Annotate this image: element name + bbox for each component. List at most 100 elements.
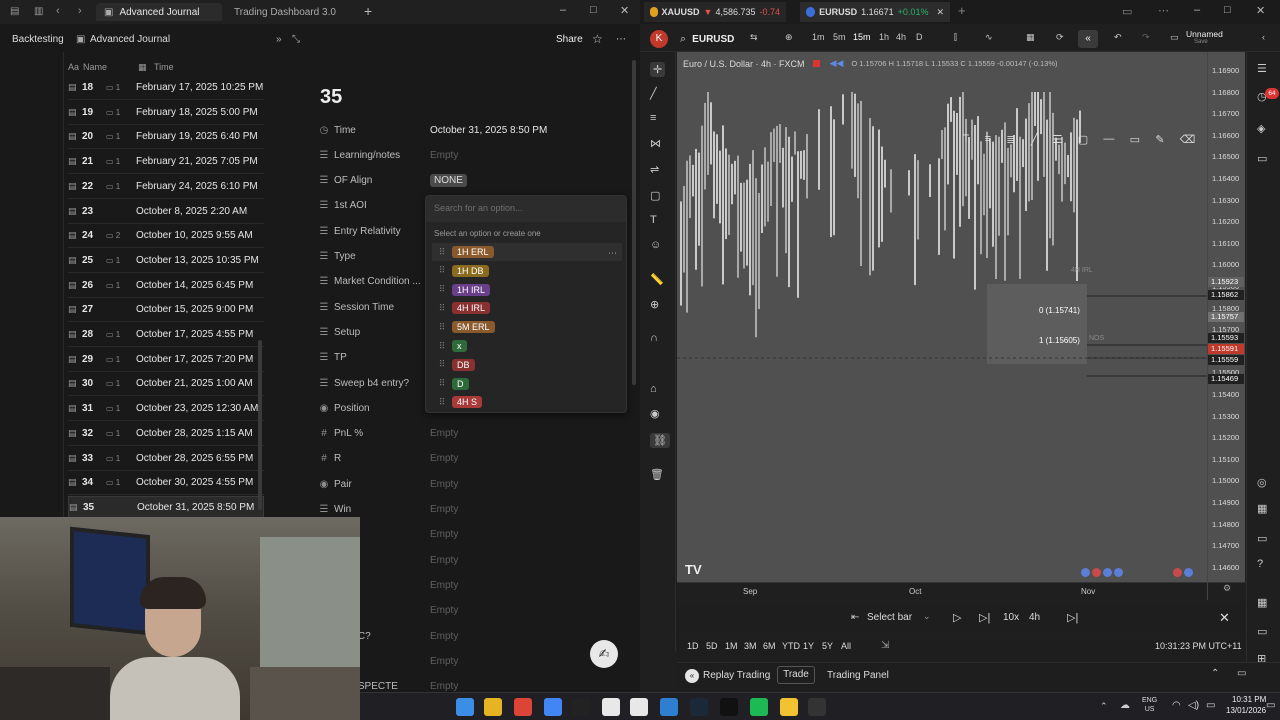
crosshair-icon[interactable]: ✛ [650, 62, 666, 77]
photos-icon[interactable] [660, 698, 678, 716]
price-chart[interactable]: Euro / U.S. Dollar · 4h · FXCM ◀◀ O 1.15… [677, 52, 1207, 600]
table-row[interactable]: ▤ 25 ▭ 1 October 13, 2025 10:35 PM [68, 249, 264, 273]
breadcrumb-backtesting[interactable]: Backtesting [12, 34, 64, 45]
property-name[interactable]: R [334, 453, 341, 464]
select-bar-icon[interactable]: ⇤ [851, 612, 859, 623]
breadcrumb-advanced-journal[interactable]: Advanced Journal [90, 34, 170, 45]
table-row[interactable]: ▤ 27 October 15, 2025 9:00 PM [68, 298, 264, 323]
property-value[interactable]: Empty [430, 555, 458, 566]
trash-icon[interactable]: 🗑 [650, 468, 664, 481]
row-time[interactable]: October 21, 2025 1:00 AM [136, 378, 253, 389]
option-more-icon[interactable]: ⋯ [608, 248, 617, 259]
timeframe-D[interactable]: D [916, 32, 923, 42]
maximize-icon[interactable]: □ [1224, 4, 1231, 16]
property-value[interactable]: October 31, 2025 8:50 PM [430, 125, 547, 136]
price-scale[interactable]: 1.16900 1.16800 1.16700 1.16600 1.16500 1.164… [1207, 52, 1246, 600]
page-title[interactable]: 35 [320, 86, 342, 109]
property-row[interactable]: ☰ntEmpty [316, 549, 636, 571]
row-time[interactable]: February 19, 2025 6:40 PM [136, 131, 258, 142]
close-replay-icon[interactable]: ✕ [1219, 610, 1230, 626]
timeframe-1h[interactable]: 1h [879, 32, 889, 42]
table-row[interactable]: ▤ 20 ▭ 1 February 19, 2025 6:40 PM [68, 125, 264, 150]
row-number[interactable]: 27 [82, 304, 110, 315]
property-name[interactable]: TP [334, 352, 347, 363]
target-icon[interactable]: ◎ [1257, 476, 1267, 489]
wifi-icon[interactable]: ◠ [1172, 700, 1181, 711]
dropdown-option[interactable]: ⠿ 4H IRL [432, 299, 622, 317]
templates-icon[interactable]: ▦ [1026, 32, 1035, 43]
compare-icon[interactable]: ⇆ [750, 32, 758, 43]
property-value[interactable]: Empty [430, 529, 458, 540]
range-5y[interactable]: 5Y [822, 641, 833, 651]
table-row[interactable]: ▤ 18 ▭ 1 February 17, 2025 10:25 PM [68, 76, 264, 100]
tab-eurusd[interactable]: EURUSD 1.16671 +0.01% ✕ [800, 2, 950, 22]
open-full-icon[interactable]: ⤡ [292, 34, 300, 45]
row-time[interactable]: February 24, 2025 6:10 PM [136, 181, 258, 192]
table-row[interactable]: ▤ 33 ▭ 1 October 28, 2025 6:55 PM [68, 447, 264, 471]
trendline-icon[interactable]: ╱ [650, 87, 657, 100]
property-row[interactable]: ☰Empty [316, 524, 636, 546]
dropdown-option[interactable]: ⠿ 1H ERL [432, 243, 622, 261]
property-value[interactable]: Empty [430, 504, 458, 515]
property-name[interactable]: Time [334, 125, 356, 136]
row-time[interactable]: October 13, 2025 10:35 PM [136, 255, 259, 266]
row-time[interactable]: February 21, 2025 7:05 PM [136, 156, 258, 167]
drag-handle-icon[interactable]: ⠿ [432, 341, 452, 352]
dropdown-option[interactable]: ⠿ 4H S [432, 393, 622, 411]
magnet-icon[interactable]: ∩ [650, 332, 658, 344]
collapse-panel-icon[interactable]: ⌃ [1211, 668, 1219, 679]
time-axis[interactable]: Sep Oct Nov [677, 582, 1207, 600]
property-row[interactable]: ☰ Learning/notes Empty [316, 144, 636, 166]
property-row[interactable]: # PnL % Empty [316, 423, 636, 445]
drag-handle-icon[interactable]: ⠿ [432, 303, 452, 314]
minimize-icon[interactable]: – [560, 4, 566, 16]
fib-zone[interactable] [987, 284, 1087, 364]
notion-ai-icon[interactable]: ✍ [590, 640, 618, 668]
property-name[interactable]: Learning/notes [334, 150, 400, 161]
property-name[interactable]: Type [334, 251, 356, 262]
property-row[interactable]: ☰Empty [316, 600, 636, 622]
fib-icon[interactable]: ≡ [650, 112, 656, 124]
list-scrollbar[interactable] [258, 340, 262, 510]
chrome-icon[interactable] [514, 698, 532, 716]
chrome-profile-icon[interactable] [544, 698, 562, 716]
table-row[interactable]: ▤ 29 ▭ 1 October 17, 2025 7:20 PM [68, 348, 264, 372]
property-row[interactable]: ☰w PDC?Empty [316, 625, 636, 647]
maximize-icon[interactable]: □ [590, 4, 597, 16]
more-icon[interactable]: ⋯ [1158, 4, 1169, 17]
text-tool-icon[interactable]: T [963, 133, 970, 145]
input-language[interactable]: ENG US [1142, 696, 1157, 714]
watchlist-icon[interactable]: ☰ [1257, 62, 1267, 75]
eye-icon[interactable]: ◉ [650, 407, 660, 420]
property-name[interactable]: PnL % [334, 428, 363, 439]
property-name[interactable]: Sweep b4 entry? [334, 378, 409, 389]
battery-icon[interactable]: ▭ [1206, 700, 1215, 711]
close-icon[interactable]: ✕ [620, 4, 629, 17]
property-name[interactable]: Setup [334, 327, 360, 338]
row-time[interactable]: February 17, 2025 10:25 PM [136, 82, 263, 93]
volume-icon[interactable]: ◁) [1188, 700, 1199, 711]
replay-icon[interactable]: « [1078, 30, 1098, 48]
property-name[interactable]: Pair [334, 479, 352, 490]
row-number[interactable]: 23 [82, 206, 110, 217]
timeframe-5m[interactable]: 5m [833, 32, 846, 42]
dropdown-option[interactable]: ⠿ 1H DB [432, 262, 622, 280]
replay-speed[interactable]: 10x [1003, 612, 1019, 623]
property-name[interactable]: Win [334, 504, 351, 515]
property-value[interactable]: Empty [430, 428, 458, 439]
calendar-icon[interactable]: ▦ [1257, 502, 1267, 515]
jump-to-realtime-icon[interactable]: ▷| [1067, 611, 1078, 624]
table-row[interactable]: ▤ 22 ▭ 1 February 24, 2025 6:10 PM [68, 175, 264, 199]
tab-xauusd[interactable]: XAUUSD ▼ 4,586.735 -0.74 [644, 2, 786, 22]
table-row[interactable]: ▤ 32 ▭ 1 October 28, 2025 1:15 AM [68, 422, 264, 446]
row-number[interactable]: 35 [83, 502, 111, 513]
row-time[interactable]: October 28, 2025 6:55 PM [136, 453, 253, 464]
favorite-star-icon[interactable]: ☆ [592, 32, 603, 46]
taskbar-date[interactable]: 13/01/2026 [1226, 706, 1266, 715]
fib-tool-icon[interactable]: ≡ [985, 133, 991, 145]
property-row[interactable]: ☰ OF Align NONE [316, 170, 636, 192]
range-5d[interactable]: 5D [706, 641, 718, 651]
property-name[interactable]: 1st AOI [334, 200, 367, 211]
row-time[interactable]: October 17, 2025 7:20 PM [136, 354, 253, 365]
close-tab-icon[interactable]: ✕ [936, 7, 944, 18]
